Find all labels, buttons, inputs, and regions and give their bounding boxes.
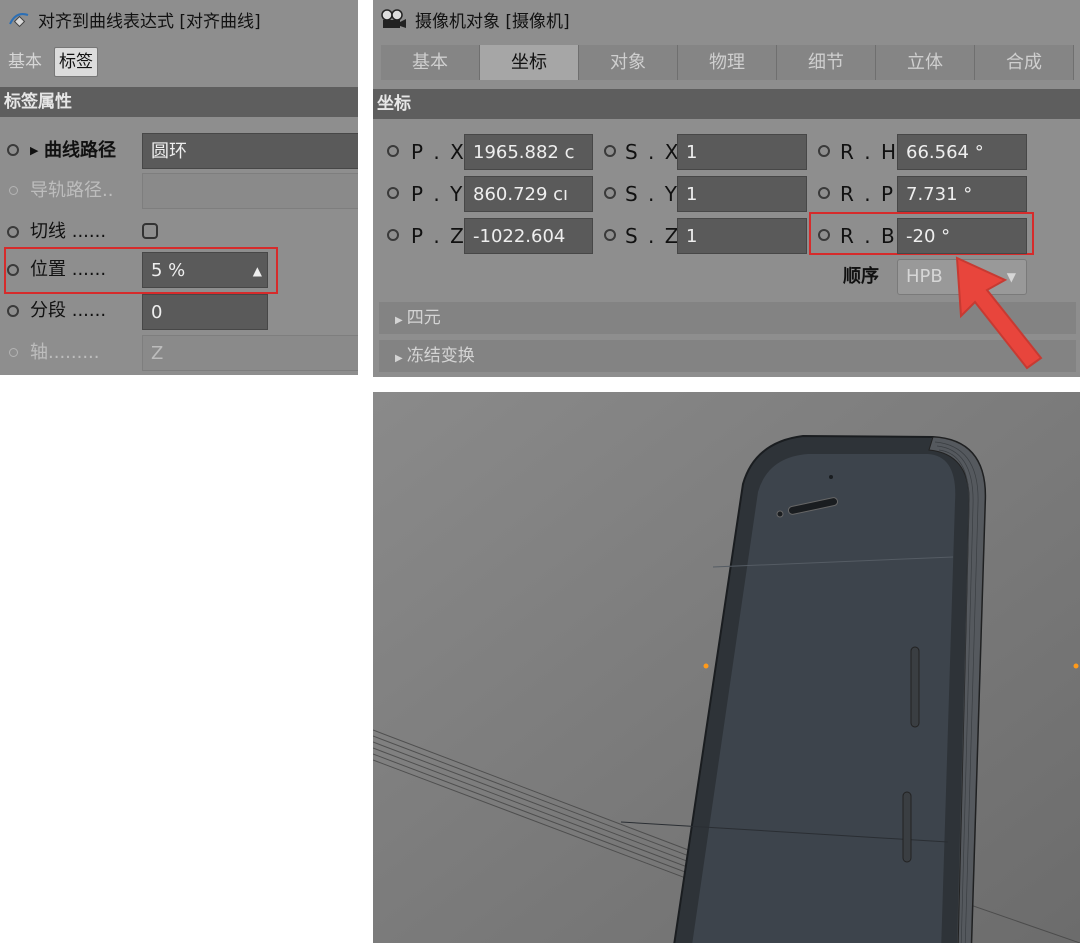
camera-object-panel: 摄像机对象 [摄像机] 基本 坐标 对象 物理 细节 立体 合成 坐标 P . … — [373, 0, 1080, 377]
pz-field[interactable]: -1022.604 — [464, 218, 593, 254]
segment-label: 分段 ...... — [30, 300, 107, 321]
order-value: HPB — [906, 266, 943, 287]
py-radio[interactable] — [387, 187, 399, 199]
red-arrow-annotation — [955, 256, 1043, 370]
position-field[interactable]: 5 % ▲ — [142, 252, 268, 288]
sy-label: S . Y — [625, 182, 679, 206]
tab-basic[interactable]: 基本 — [381, 45, 480, 80]
left-panel-title-bar: 对齐到曲线表达式 [对齐曲线] — [0, 0, 261, 38]
px-value: 1965.882 c — [473, 142, 575, 163]
sz-field[interactable]: 1 — [677, 218, 807, 254]
tangent-checkbox[interactable] — [142, 223, 158, 239]
tangent-label: 切线 ...... — [30, 221, 107, 242]
section-tag-properties: 标签属性 — [0, 87, 358, 117]
sz-value: 1 — [686, 226, 698, 247]
tab-object[interactable]: 对象 — [579, 45, 678, 80]
rb-field[interactable]: -20 ° — [897, 218, 1027, 254]
segment-field[interactable]: 0 — [142, 294, 268, 330]
px-field[interactable]: 1965.882 c — [464, 134, 593, 170]
rh-field[interactable]: 66.564 ° — [897, 134, 1027, 170]
tab-physical[interactable]: 物理 — [678, 45, 777, 80]
freeze-transform-label: 冻结变换 — [406, 346, 475, 366]
curve-path-radio[interactable] — [7, 144, 19, 156]
rp-value: 7.731 ° — [906, 184, 973, 205]
rail-path-label: 导轨路径.. — [30, 180, 114, 201]
px-radio[interactable] — [387, 145, 399, 157]
expand-arrow-icon: ▶ — [395, 315, 403, 326]
rp-radio[interactable] — [818, 187, 830, 199]
axis-field[interactable]: Z — [142, 335, 358, 371]
rb-value: -20 ° — [906, 226, 951, 247]
coord-tabs: 基本 坐标 对象 物理 细节 立体 合成 — [381, 45, 1080, 80]
sx-value: 1 — [686, 142, 698, 163]
py-value: 860.729 cı — [473, 184, 569, 205]
tab-basic[interactable]: 基本 — [4, 47, 46, 77]
axis-radio — [9, 348, 18, 357]
axis-label: 轴......... — [30, 342, 100, 363]
tag-attributes-panel: 对齐到曲线表达式 [对齐曲线] 基本 标签 标签属性 ▶ 曲线路径 圆环 导轨路… — [0, 0, 358, 375]
segment-radio[interactable] — [7, 305, 19, 317]
sx-field[interactable]: 1 — [677, 134, 807, 170]
sy-field[interactable]: 1 — [677, 176, 807, 212]
sy-radio[interactable] — [604, 187, 616, 199]
rh-value: 66.564 ° — [906, 142, 984, 163]
curve-path-field[interactable]: 圆环 — [142, 133, 358, 169]
phone-wireframe-render — [373, 392, 1080, 943]
position-label: 位置 ...... — [30, 259, 107, 280]
segment-value: 0 — [151, 302, 163, 323]
tab-details[interactable]: 细节 — [777, 45, 876, 80]
position-value: 5 % — [151, 260, 186, 281]
position-spinner-icon[interactable]: ▲ — [253, 253, 262, 287]
tangent-radio[interactable] — [7, 226, 19, 238]
rb-label: R . B — [840, 224, 897, 248]
rail-path-field[interactable] — [142, 173, 358, 209]
curve-path-label: 曲线路径 — [44, 140, 116, 161]
expand-arrow-icon: ▶ — [395, 353, 403, 364]
curve-path-value: 圆环 — [151, 141, 187, 162]
tab-stereo[interactable]: 立体 — [876, 45, 975, 80]
rh-radio[interactable] — [818, 145, 830, 157]
align-curve-tag-icon — [9, 13, 29, 28]
sz-radio[interactable] — [604, 229, 616, 241]
rp-label: R . P — [840, 182, 896, 206]
sz-label: S . Z — [625, 224, 681, 248]
position-radio[interactable] — [7, 264, 19, 276]
tab-tag[interactable]: 标签 — [54, 47, 98, 77]
rail-path-radio — [9, 186, 18, 195]
rp-field[interactable]: 7.731 ° — [897, 176, 1027, 212]
right-panel-title-bar: 摄像机对象 [摄像机] — [373, 0, 570, 38]
pz-label: P . Z — [411, 224, 466, 248]
py-label: P . Y — [411, 182, 465, 206]
right-panel-title: 摄像机对象 [摄像机] — [415, 11, 570, 32]
expand-arrow-icon[interactable]: ▶ — [30, 136, 38, 166]
rh-label: R . H — [840, 140, 899, 164]
pz-radio[interactable] — [387, 229, 399, 241]
tab-composition[interactable]: 合成 — [975, 45, 1074, 80]
px-label: P . X — [411, 140, 466, 164]
left-panel-title: 对齐到曲线表达式 [对齐曲线] — [38, 11, 261, 32]
quaternion-label: 四元 — [406, 308, 441, 328]
axis-value: Z — [151, 343, 164, 364]
rb-radio[interactable] — [818, 229, 830, 241]
3d-viewport[interactable]: ○ — [373, 392, 1080, 943]
sy-value: 1 — [686, 184, 698, 205]
sx-radio[interactable] — [604, 145, 616, 157]
pz-value: -1022.604 — [473, 226, 566, 247]
sx-label: S . X — [625, 140, 681, 164]
order-label: 顺序 — [843, 266, 879, 287]
py-field[interactable]: 860.729 cı — [464, 176, 593, 212]
camera-icon — [381, 9, 406, 28]
tab-coordinates[interactable]: 坐标 — [480, 45, 579, 80]
section-coordinates: 坐标 — [373, 89, 1080, 119]
